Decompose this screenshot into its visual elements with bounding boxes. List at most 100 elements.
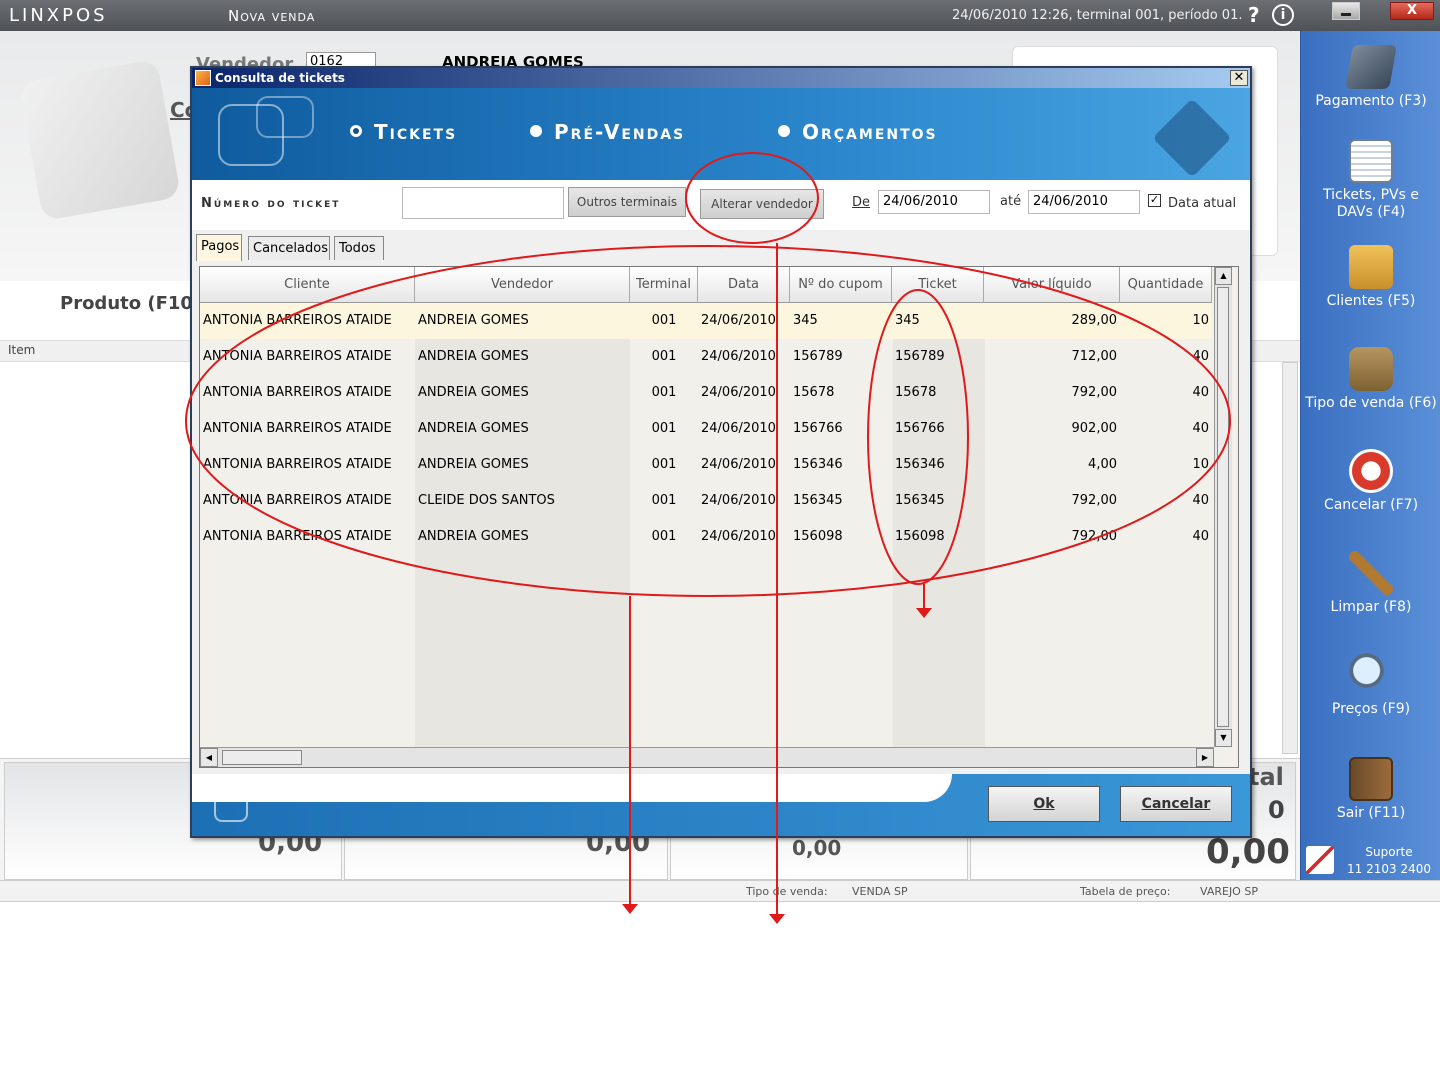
table-cell: 4,00 xyxy=(1088,457,1117,472)
date-from-input[interactable]: 24/06/2010 xyxy=(878,190,990,214)
table-cell: 15678 xyxy=(793,385,835,400)
table-row[interactable]: ANTONIA BARREIROS ATAIDE ANDREIA GOMES 001… xyxy=(200,519,1212,555)
radio-orcamentos[interactable]: Orçamentos xyxy=(778,120,938,144)
column-header[interactable]: Valor líquido xyxy=(984,267,1120,303)
radio-pre-vendas[interactable]: Pré-Vendas xyxy=(530,120,685,144)
column-header[interactable]: Ticket xyxy=(892,267,984,303)
cancel-icon xyxy=(1349,449,1393,493)
table-cell: 792,00 xyxy=(1071,529,1118,544)
scroll-right-arrow-icon[interactable]: ▶ xyxy=(1196,748,1214,767)
session-status: 24/06/2010 12:26, terminal 001, período … xyxy=(952,8,1243,23)
ticket-number-label: Número do ticket xyxy=(201,196,341,211)
footer-decoration xyxy=(214,788,248,822)
sidebar-item-label: Tickets, PVs e DAVs (F4) xyxy=(1323,187,1419,220)
table-cell: 24/06/2010 xyxy=(701,493,776,508)
tickets-icon xyxy=(1349,139,1393,183)
minimize-button[interactable] xyxy=(1332,2,1360,20)
scroll-down-arrow-icon[interactable]: ▼ xyxy=(1215,729,1232,747)
table-cell: ANDREIA GOMES xyxy=(418,313,529,328)
table-cell: 156766 xyxy=(895,421,945,436)
table-cell: CLEIDE DOS SANTOS xyxy=(418,493,555,508)
table-cell: 40 xyxy=(1192,493,1209,508)
total-value: 0,00 xyxy=(792,836,842,860)
table-cell: 40 xyxy=(1192,421,1209,436)
radio-unselected-icon xyxy=(530,125,542,137)
info-icon[interactable]: i xyxy=(1272,4,1294,26)
tab-todos[interactable]: Todos xyxy=(334,236,384,260)
table-cell: 40 xyxy=(1192,385,1209,400)
table-cell: 792,00 xyxy=(1071,385,1118,400)
scroll-up-arrow-icon[interactable]: ▲ xyxy=(1215,267,1232,285)
table-row[interactable]: ANTONIA BARREIROS ATAIDE ANDREIA GOMES 001… xyxy=(200,375,1212,411)
scroll-left-arrow-icon[interactable]: ◀ xyxy=(200,748,218,767)
sidebar-item-tickets[interactable]: Tickets, PVs e DAVs (F4) xyxy=(1301,139,1440,221)
sidebar-item-clients[interactable]: Clientes (F5) xyxy=(1301,245,1440,309)
footer-white-band xyxy=(192,774,952,802)
tickets-grid: Cliente Vendedor Terminal Data Nº do cupom Ti… xyxy=(199,266,1239,768)
sidebar-item-cancel[interactable]: Cancelar (F7) xyxy=(1301,449,1440,513)
sidebar-item-prices[interactable]: Preços (F9) xyxy=(1301,653,1440,717)
table-cell: 24/06/2010 xyxy=(701,385,776,400)
table-row[interactable]: ANTONIA BARREIROS ATAIDE ANDREIA GOMES 001… xyxy=(200,411,1212,447)
sidebar-item-sale-type[interactable]: Tipo de venda (F6) xyxy=(1301,347,1440,411)
sidebar-item-exit[interactable]: Sair (F11) xyxy=(1301,757,1440,821)
table-cell: 156766 xyxy=(793,421,843,436)
app-logo: LINXPOS xyxy=(9,5,108,26)
tab-cancelados[interactable]: Cancelados xyxy=(248,236,330,260)
column-header[interactable]: Nº do cupom xyxy=(790,267,892,303)
ok-button[interactable]: Ok xyxy=(988,786,1100,822)
scroll-thumb[interactable] xyxy=(222,750,302,765)
column-header[interactable]: Quantidade xyxy=(1120,267,1212,303)
items-scrollbar[interactable] xyxy=(1282,362,1298,754)
window-title: Nova venda xyxy=(228,7,316,25)
quantity-total: 0 xyxy=(1268,796,1285,824)
table-cell: 156345 xyxy=(895,493,945,508)
screen: LINXPOS Nova venda 24/06/2010 12:26, ter… xyxy=(0,0,1440,1080)
table-cell: 40 xyxy=(1192,349,1209,364)
table-cell: 24/06/2010 xyxy=(701,457,776,472)
table-cell: 156346 xyxy=(895,457,945,472)
produto-label[interactable]: Produto (F10 xyxy=(60,293,193,314)
column-header[interactable]: Terminal xyxy=(630,267,698,303)
dialog-close-button[interactable]: ✕ xyxy=(1230,70,1248,86)
current-date-checkbox[interactable]: ✓ xyxy=(1148,194,1161,207)
annotation-arrow-head xyxy=(622,904,638,914)
table-cell: ANDREIA GOMES xyxy=(418,385,529,400)
grid-horizontal-scrollbar[interactable]: ◀ ▶ xyxy=(200,747,1214,767)
table-cell: 10 xyxy=(1192,313,1209,328)
grid-vertical-scrollbar[interactable]: ▲ ▼ xyxy=(1214,267,1232,747)
table-row[interactable]: ANTONIA BARREIROS ATAIDE ANDREIA GOMES 001… xyxy=(200,447,1212,483)
radio-tickets[interactable]: Tickets xyxy=(350,120,457,144)
column-header[interactable]: Vendedor xyxy=(415,267,630,303)
sidebar-item-payment[interactable]: Pagamento (F3) xyxy=(1301,45,1440,109)
table-cell: ANTONIA BARREIROS ATAIDE xyxy=(203,457,392,472)
table-cell: 001 xyxy=(651,529,677,544)
table-cell: 24/06/2010 xyxy=(701,529,776,544)
table-cell: ANTONIA BARREIROS ATAIDE xyxy=(203,529,392,544)
other-terminals-button[interactable]: Outros terminais xyxy=(568,187,686,217)
ticket-number-input[interactable] xyxy=(402,187,564,219)
column-header[interactable]: Cliente xyxy=(200,267,415,303)
help-icon[interactable]: ? xyxy=(1248,3,1260,27)
table-cell: 001 xyxy=(651,457,677,472)
column-header[interactable]: Data xyxy=(698,267,790,303)
table-row[interactable]: ANTONIA BARREIROS ATAIDE ANDREIA GOMES 001… xyxy=(200,303,1212,339)
dialog-app-icon xyxy=(195,70,211,86)
tab-pagos[interactable]: Pagos xyxy=(196,234,242,261)
date-to-input[interactable]: 24/06/2010 xyxy=(1028,190,1140,214)
radio-label: Orçamentos xyxy=(802,120,938,144)
table-cell: 15678 xyxy=(895,385,937,400)
sidebar-item-clear[interactable]: Limpar (F8) xyxy=(1301,551,1440,615)
dialog-titlebar[interactable]: Consulta de tickets ✕ xyxy=(192,68,1250,88)
close-window-button[interactable]: X xyxy=(1390,2,1434,20)
sidebar-item-label: Clientes (F5) xyxy=(1326,293,1416,309)
sale-type-label: Tipo de venda: xyxy=(746,885,828,898)
cancel-button[interactable]: Cancelar xyxy=(1120,786,1232,822)
change-seller-button[interactable]: Alterar vendedor xyxy=(700,189,824,219)
table-cell: ANDREIA GOMES xyxy=(418,529,529,544)
payment-icon xyxy=(1345,45,1397,89)
table-row[interactable]: ANTONIA BARREIROS ATAIDE CLEIDE DOS SANTO… xyxy=(200,483,1212,519)
scroll-thumb[interactable] xyxy=(1217,287,1229,727)
total-label: tal xyxy=(1248,763,1284,791)
table-row[interactable]: ANTONIA BARREIROS ATAIDE ANDREIA GOMES 001… xyxy=(200,339,1212,375)
